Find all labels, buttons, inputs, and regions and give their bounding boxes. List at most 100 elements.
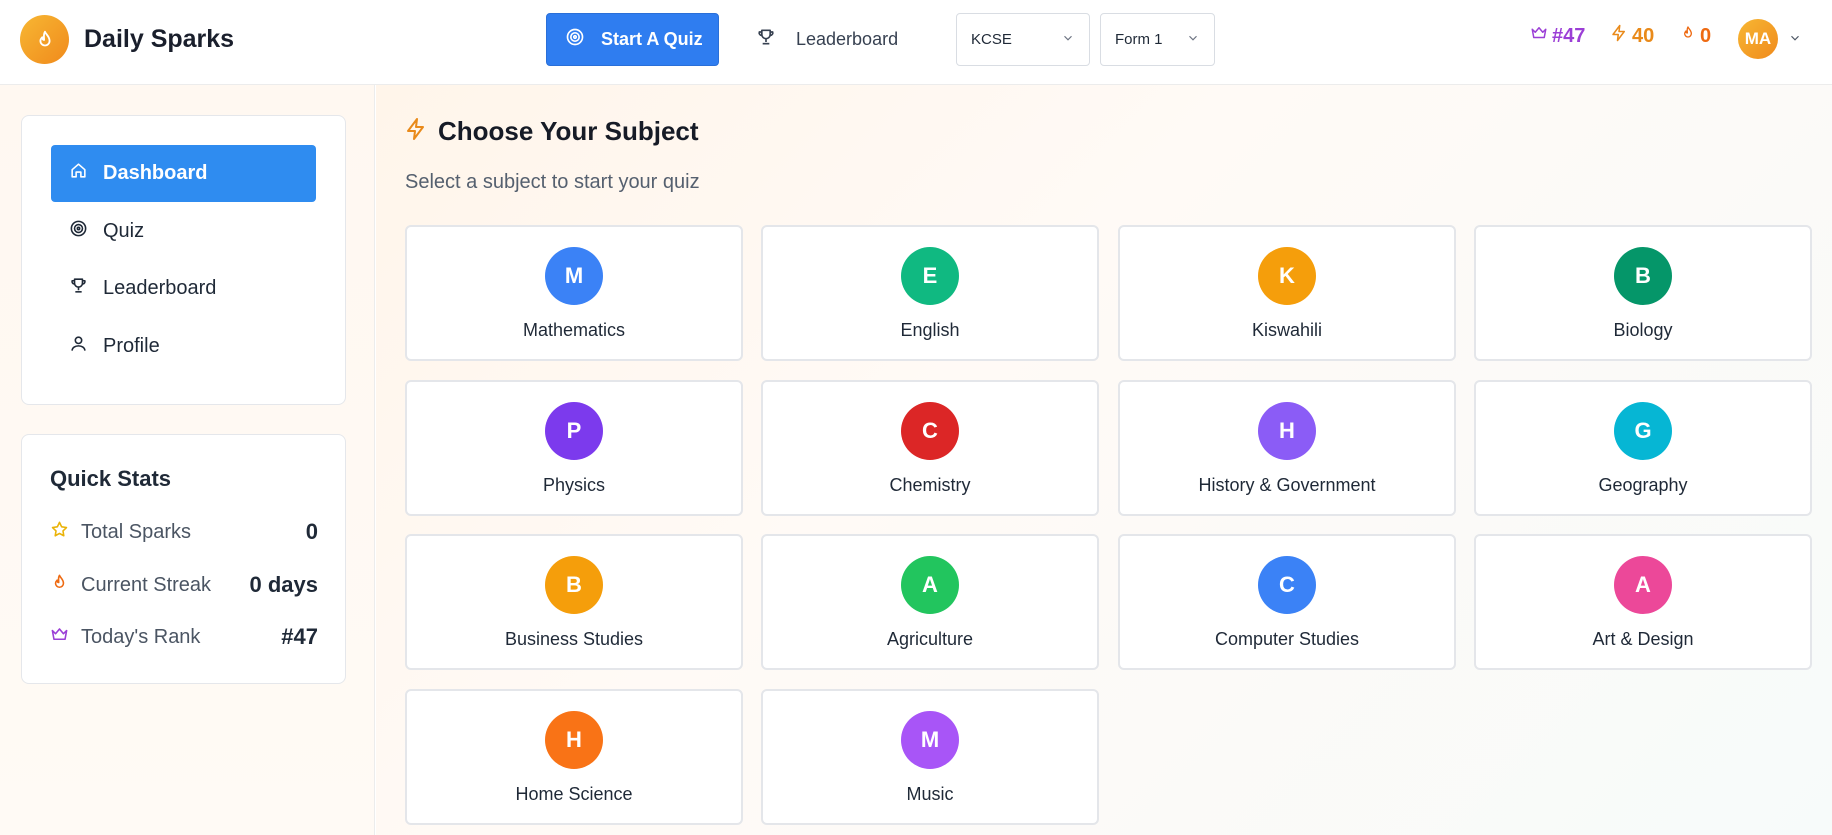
- flame-logo-icon: [20, 15, 69, 64]
- subject-card-art-design[interactable]: A Art & Design: [1474, 534, 1812, 670]
- chevron-down-icon[interactable]: [1788, 31, 1802, 50]
- subject-card-home-science[interactable]: H Home Science: [405, 689, 743, 825]
- subject-name: Geography: [1598, 475, 1688, 495]
- subject-name: Mathematics: [522, 320, 626, 340]
- subject-letter-badge: P: [545, 402, 603, 460]
- sidebar-item-profile[interactable]: Profile: [51, 318, 316, 375]
- sidebar-nav: Dashboard Quiz Leaderboard Profile: [21, 115, 346, 405]
- flame-icon: [1680, 24, 1696, 48]
- subject-name: Agriculture: [886, 629, 974, 649]
- page-title: Choose Your Subject: [404, 116, 699, 147]
- top-navbar: Daily Sparks Start A Quiz Leaderboard KC…: [0, 0, 1832, 85]
- leaderboard-label: Leaderboard: [796, 29, 899, 49]
- subject-card-agriculture[interactable]: A Agriculture: [761, 534, 1099, 670]
- subject-name: History & Government: [1198, 475, 1376, 495]
- quick-stats-title: Quick Stats: [50, 466, 172, 491]
- home-icon: [69, 161, 88, 186]
- subject-letter-badge: C: [901, 402, 959, 460]
- quick-stat-total-sparks: Total Sparks 0: [50, 519, 318, 545]
- subject-name: Business Studies: [504, 629, 644, 649]
- subject-name: Home Science: [515, 784, 633, 804]
- subject-card-mathematics[interactable]: M Mathematics: [405, 225, 743, 361]
- chevron-down-icon: [1186, 31, 1200, 49]
- sidebar-item-label: Profile: [103, 335, 160, 357]
- sidebar-item-dashboard[interactable]: Dashboard: [51, 145, 316, 202]
- trophy-icon: [69, 276, 88, 301]
- leaderboard-button[interactable]: Leaderboard: [740, 13, 920, 66]
- sidebar-item-label: Quiz: [103, 220, 145, 242]
- subject-card-chemistry[interactable]: C Chemistry: [761, 380, 1099, 516]
- trophy-icon: [756, 27, 776, 52]
- header-sparks-value: 40: [1632, 24, 1655, 47]
- crown-icon: [1530, 24, 1548, 48]
- subject-letter-badge: H: [545, 711, 603, 769]
- subject-name: Kiswahili: [1251, 320, 1323, 340]
- subject-card-english[interactable]: E English: [761, 225, 1099, 361]
- user-icon: [69, 334, 88, 359]
- sidebar-item-label: Leaderboard: [103, 277, 217, 299]
- target-icon: [69, 219, 88, 244]
- subject-card-history-government[interactable]: H History & Government: [1118, 380, 1456, 516]
- avatar[interactable]: MA: [1738, 19, 1778, 59]
- sidebar-item-leaderboard[interactable]: Leaderboard: [51, 260, 316, 317]
- exam-select[interactable]: KCSE: [956, 13, 1090, 66]
- subject-name: Computer Studies: [1214, 629, 1360, 649]
- header-sparks: 40: [1610, 24, 1654, 48]
- subject-letter-badge: A: [901, 556, 959, 614]
- subject-letter-badge: A: [1614, 556, 1672, 614]
- quick-stat-value: 0 days: [249, 572, 319, 597]
- subject-name: Music: [906, 784, 954, 804]
- form-select[interactable]: Form 1: [1100, 13, 1215, 66]
- sidebar-item-quiz[interactable]: Quiz: [51, 203, 316, 260]
- subject-card-geography[interactable]: G Geography: [1474, 380, 1812, 516]
- page-subtitle: Select a subject to start your quiz: [405, 171, 700, 193]
- subject-name: English: [900, 320, 960, 340]
- quick-stat-label: Current Streak: [81, 573, 212, 596]
- subject-card-kiswahili[interactable]: K Kiswahili: [1118, 225, 1456, 361]
- subject-letter-badge: G: [1614, 402, 1672, 460]
- subject-name: Art & Design: [1592, 629, 1694, 649]
- subject-name: Physics: [542, 475, 605, 495]
- target-icon: [565, 27, 585, 52]
- header-rank: #47: [1530, 24, 1585, 48]
- star-icon: [50, 520, 69, 545]
- start-quiz-button[interactable]: Start A Quiz: [546, 13, 719, 66]
- subject-card-music[interactable]: M Music: [761, 689, 1099, 825]
- brand[interactable]: Daily Sparks: [20, 15, 234, 64]
- subject-letter-badge: C: [1258, 556, 1316, 614]
- sidebar: Dashboard Quiz Leaderboard Profile Quick…: [0, 85, 375, 835]
- quick-stats-card: Quick Stats Total Sparks 0 Current Strea…: [21, 434, 346, 684]
- subject-letter-badge: E: [901, 247, 959, 305]
- quick-stat-todays-rank: Today's Rank #47: [50, 624, 318, 650]
- subject-name: Biology: [1613, 320, 1673, 340]
- crown-icon: [50, 625, 69, 650]
- subject-card-business-studies[interactable]: B Business Studies: [405, 534, 743, 670]
- subject-letter-badge: H: [1258, 402, 1316, 460]
- header-streak: 0: [1680, 24, 1711, 48]
- flame-icon: [50, 573, 69, 598]
- sidebar-item-label: Dashboard: [103, 162, 208, 184]
- lightning-icon: [404, 117, 428, 146]
- start-quiz-label: Start A Quiz: [601, 29, 703, 49]
- brand-name: Daily Sparks: [84, 25, 235, 53]
- subject-letter-badge: K: [1258, 247, 1316, 305]
- chevron-down-icon: [1061, 31, 1075, 49]
- subject-card-physics[interactable]: P Physics: [405, 380, 743, 516]
- subject-letter-badge: M: [545, 247, 603, 305]
- quick-stat-current-streak: Current Streak 0 days: [50, 572, 318, 598]
- main-content: Choose Your Subject Select a subject to …: [376, 85, 1832, 835]
- subject-letter-badge: M: [901, 711, 959, 769]
- quick-stat-value: 0: [305, 519, 318, 544]
- subject-card-computer-studies[interactable]: C Computer Studies: [1118, 534, 1456, 670]
- subject-letter-badge: B: [1614, 247, 1672, 305]
- header-streak-value: 0: [1700, 24, 1712, 47]
- header-rank-value: #47: [1552, 24, 1586, 47]
- subject-letter-badge: B: [545, 556, 603, 614]
- quick-stat-value: #47: [281, 624, 318, 649]
- quick-stat-label: Today's Rank: [81, 625, 201, 648]
- lightning-icon: [1610, 24, 1628, 48]
- page-title-text: Choose Your Subject: [438, 116, 699, 146]
- subject-card-biology[interactable]: B Biology: [1474, 225, 1812, 361]
- quick-stat-label: Total Sparks: [81, 520, 192, 543]
- form-select-value: Form 1: [1115, 31, 1163, 48]
